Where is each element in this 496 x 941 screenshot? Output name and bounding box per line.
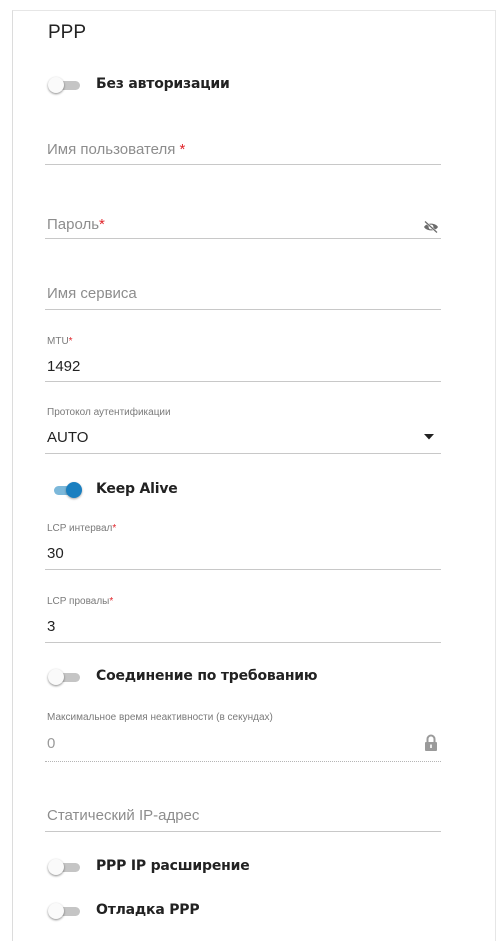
lcp-failures-underline: [45, 642, 441, 643]
username-field[interactable]: Имя пользователя *: [47, 141, 185, 158]
on-demand-label: Соединение по требованию: [96, 668, 318, 684]
lcp-interval-underline: [45, 569, 441, 570]
section-title: PPP: [48, 22, 87, 43]
auth-protocol-label: Протокол аутентификации: [47, 407, 171, 418]
static-ip-field[interactable]: Статический IP-адрес: [47, 807, 199, 824]
password-placeholder: Пароль: [47, 216, 100, 233]
ppp-ip-extension-toggle[interactable]: [48, 859, 82, 875]
password-field[interactable]: Пароль*: [47, 216, 105, 233]
no-auth-toggle[interactable]: [48, 77, 82, 93]
mtu-underline: [45, 381, 441, 382]
service-name-field[interactable]: Имя сервиса: [47, 285, 137, 302]
lcp-failures-label: LCP провалы*: [47, 596, 114, 607]
ppp-debug-toggle[interactable]: [48, 903, 82, 919]
username-placeholder: Имя пользователя: [47, 141, 176, 158]
max-idle-label: Максимальное время неактивности (в секун…: [47, 712, 273, 723]
username-underline: [45, 164, 441, 165]
lcp-interval-input[interactable]: 30: [47, 545, 64, 562]
mtu-input[interactable]: 1492: [47, 358, 80, 375]
no-auth-label: Без авторизации: [96, 76, 230, 92]
auth-protocol-select[interactable]: AUTO: [47, 429, 88, 446]
ppp-debug-label: Отладка PPP: [96, 902, 200, 918]
required-mark: *: [179, 141, 186, 158]
dropdown-arrow-icon[interactable]: [424, 434, 434, 440]
lock-icon: [425, 734, 437, 751]
lcp-interval-label: LCP интервал*: [47, 523, 117, 534]
on-demand-toggle[interactable]: [48, 669, 82, 685]
auth-protocol-underline: [45, 453, 441, 454]
keep-alive-label: Keep Alive: [96, 481, 178, 497]
required-mark: *: [99, 216, 105, 233]
static-ip-underline: [45, 831, 441, 832]
mtu-label: MTU*: [47, 336, 73, 347]
service-name-underline: [45, 309, 441, 310]
keep-alive-toggle[interactable]: [48, 482, 82, 498]
max-idle-underline: [45, 761, 441, 762]
password-underline: [45, 238, 441, 239]
eye-off-icon[interactable]: [423, 220, 439, 234]
ppp-ip-extension-label: PPP IP расширение: [96, 858, 250, 874]
lcp-failures-input[interactable]: 3: [47, 618, 55, 635]
max-idle-input: 0: [47, 735, 56, 752]
